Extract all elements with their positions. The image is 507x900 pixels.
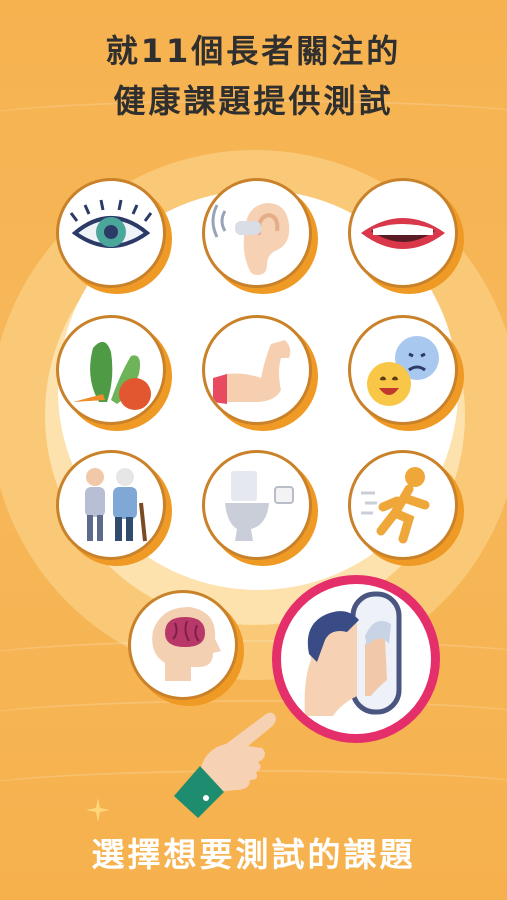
elderly-walking-cane-icon (85, 468, 147, 542)
select-topic-caption: 選擇想要測試的課題 (91, 835, 416, 874)
muscle-arm-icon (213, 340, 291, 404)
page-title-line-2: 健康課題提供測試 (113, 82, 394, 120)
mirror-self-image-icon (304, 591, 402, 716)
topic-nutrition[interactable] (56, 315, 166, 425)
toilet-icon (225, 471, 294, 541)
mood-faces-icon (367, 336, 439, 406)
topic-self-image-selected[interactable] (272, 575, 440, 743)
ear-hearing-icon (211, 203, 290, 275)
topic-mobility[interactable] (56, 450, 166, 560)
brain-head-icon (152, 607, 221, 681)
mouth-teeth-icon (361, 218, 445, 249)
vegetables-nutrition-icon (73, 341, 151, 410)
topic-vision[interactable] (56, 178, 166, 288)
pointing-hand-icon (174, 712, 276, 818)
topic-physical-activity[interactable] (348, 450, 458, 560)
sparkle-icon (86, 798, 110, 822)
topic-continence[interactable] (202, 450, 312, 560)
page-title-line-1: 就11個長者關注的 (105, 32, 402, 70)
topic-muscle-strength[interactable] (202, 315, 312, 425)
running-person-icon (361, 467, 430, 544)
eye-icon (69, 199, 153, 248)
topic-hearing[interactable] (202, 178, 312, 288)
topic-oral-health[interactable] (348, 178, 458, 288)
topic-mental-health[interactable] (348, 315, 458, 425)
topic-cognition[interactable] (128, 590, 238, 700)
app-screen: 就11個長者關注的 健康課題提供測試 選擇想要測試的課題 (0, 0, 507, 900)
